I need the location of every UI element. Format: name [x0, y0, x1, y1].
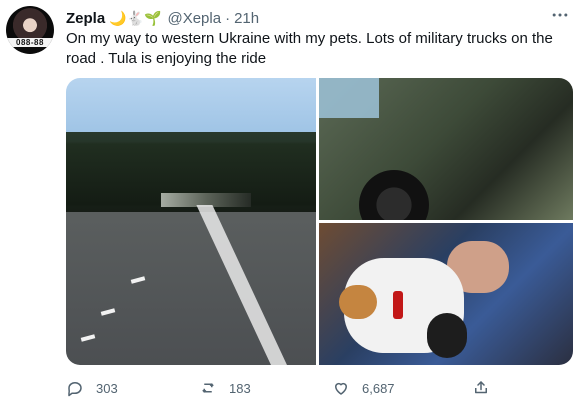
tweet-text: On my way to western Ukraine with my pet… — [66, 30, 553, 67]
reply-icon — [68, 382, 82, 397]
lane-dash — [80, 334, 96, 342]
avatar[interactable]: 088-88 — [6, 6, 54, 54]
road-edge-line — [196, 205, 292, 365]
media-image-truck[interactable] — [319, 78, 573, 220]
heart-icon — [335, 382, 347, 395]
display-name[interactable]: Zepla — [66, 10, 105, 27]
more-icon[interactable] — [550, 5, 570, 25]
name-emojis: 🌙🐇🌱 — [109, 9, 162, 26]
cat-collar — [393, 291, 403, 319]
separator-dot: · — [225, 9, 231, 27]
retweet-button[interactable]: 183 — [199, 376, 251, 400]
truck-window — [319, 78, 379, 118]
tweet: 088-88 Zepla 🌙🐇🌱 @Xepla · 21h On my way … — [0, 0, 584, 408]
like-button[interactable]: 6,687 — [332, 376, 395, 400]
avatar-strip-text: 088-88 — [6, 38, 54, 47]
cat-patch-orange — [339, 285, 377, 319]
tweet-actions: 303 183 6,687 — [66, 376, 566, 400]
truck-wheel — [359, 170, 429, 220]
media-image-cat[interactable] — [319, 223, 573, 365]
tweet-header: Zepla 🌙🐇🌱 @Xepla · 21h — [66, 8, 259, 28]
timestamp[interactable]: 21h — [234, 10, 259, 27]
lane-dash — [100, 308, 116, 316]
like-count: 6,687 — [362, 380, 395, 396]
cat-patch-black — [427, 313, 467, 358]
handle[interactable]: @Xepla — [167, 10, 221, 27]
media-image-road[interactable] — [66, 78, 316, 365]
retweet-icon — [202, 383, 214, 393]
retweet-count: 183 — [229, 380, 251, 396]
share-button[interactable] — [472, 376, 502, 400]
media-grid — [66, 78, 573, 365]
reply-count: 303 — [96, 380, 118, 396]
reply-button[interactable]: 303 — [66, 376, 118, 400]
lane-dash — [130, 276, 146, 284]
share-icon — [475, 381, 487, 394]
